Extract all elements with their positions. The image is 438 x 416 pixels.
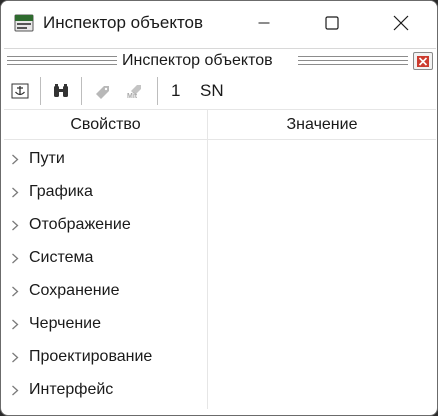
category-label: Сохранение [29, 282, 120, 299]
close-icon [393, 15, 409, 30]
caption-grip-right [298, 56, 408, 65]
chevron-right-icon[interactable] [11, 154, 19, 165]
column-divider[interactable] [207, 109, 208, 409]
panel-caption-title: Инспектор объектов [122, 52, 273, 69]
panel-caption-bar[interactable]: Инспектор объектов [4, 48, 436, 73]
category-row[interactable]: Интерфейс [4, 374, 207, 407]
category-row[interactable]: Проектирование [4, 341, 207, 374]
chevron-right-icon[interactable] [11, 286, 19, 297]
category-label: Графика [29, 183, 93, 200]
chevron-right-icon[interactable] [11, 319, 19, 330]
title-bar[interactable]: Инспектор объектов [1, 1, 437, 44]
maximize-button[interactable] [309, 1, 355, 44]
property-grid: Свойство Значение Пути Графика Отображен… [4, 109, 436, 409]
category-label: Интерфейс [29, 381, 114, 398]
category-row[interactable]: Отображение [4, 209, 207, 242]
svg-text:Mit: Mit [127, 93, 138, 99]
minimize-button[interactable] [241, 1, 287, 44]
toolbar-separator [81, 77, 82, 105]
window-close-button[interactable] [378, 1, 424, 44]
tag-button[interactable] [89, 78, 115, 104]
chevron-right-icon[interactable] [11, 187, 19, 198]
minimize-icon [258, 22, 270, 23]
object-inspector-app-icon [14, 14, 34, 32]
category-label: Система [29, 249, 94, 266]
anchor-icon [11, 83, 29, 99]
tag-icon [96, 86, 109, 99]
sn-label[interactable]: SN [200, 81, 224, 101]
toolbar-separator [157, 77, 158, 105]
toolbar: Mit 1 SN [4, 74, 436, 108]
category-row[interactable]: Сохранение [4, 275, 207, 308]
category-label: Пути [29, 150, 65, 167]
category-row[interactable]: Система [4, 242, 207, 275]
anchor-button[interactable] [7, 78, 33, 104]
window-title: Инспектор объектов [43, 13, 204, 32]
column-header-property[interactable]: Свойство [4, 116, 207, 134]
maximize-icon [325, 15, 339, 30]
chevron-right-icon[interactable] [11, 385, 19, 396]
selection-count: 1 [171, 81, 181, 100]
category-row[interactable]: Графика [4, 176, 207, 209]
chevron-right-icon[interactable] [11, 352, 19, 363]
panel-close-button[interactable] [413, 52, 433, 70]
find-button[interactable] [48, 78, 74, 104]
caption-grip-left [7, 56, 117, 65]
category-label: Отображение [29, 216, 131, 233]
chevron-right-icon[interactable] [11, 253, 19, 264]
category-label: Черчение [29, 315, 102, 332]
toolbar-separator [40, 77, 41, 105]
category-row[interactable]: Пути [4, 143, 207, 176]
grid-header: Свойство Значение [4, 109, 436, 140]
object-inspector-window: Инспектор объектов Инспектор объектов Mi… [0, 0, 438, 416]
mit-button[interactable]: Mit [122, 78, 148, 104]
category-row[interactable]: Черчение [4, 308, 207, 341]
close-icon [417, 55, 429, 67]
mit-icon: Mit [127, 85, 141, 99]
binoculars-icon [54, 84, 68, 97]
column-header-value[interactable]: Значение [208, 116, 436, 134]
chevron-right-icon[interactable] [11, 220, 19, 231]
category-label: Проектирование [29, 348, 153, 365]
